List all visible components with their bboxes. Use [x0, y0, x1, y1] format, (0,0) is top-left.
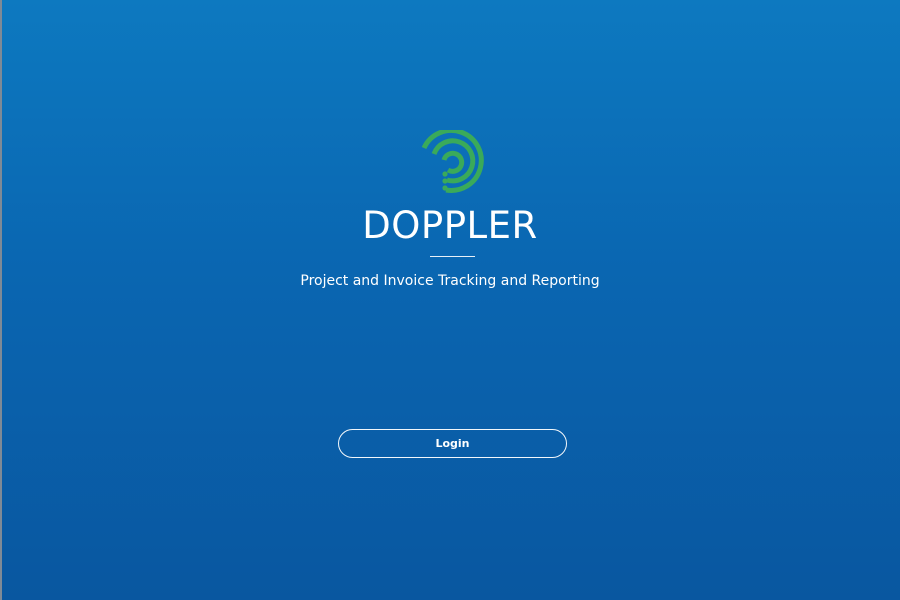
logo-dot	[442, 178, 448, 184]
logo-dot	[442, 171, 448, 177]
logo-dot	[442, 185, 448, 191]
logo-inner-arc	[441, 150, 465, 174]
login-button[interactable]: Login	[338, 429, 567, 458]
logo-middle-arc	[431, 138, 476, 184]
login-screen: DOPPLER Project and Invoice Tracking and…	[0, 0, 900, 600]
window-edge	[0, 0, 2, 600]
title-divider	[430, 256, 475, 257]
doppler-logo-icon	[421, 130, 484, 193]
app-title: DOPPLER	[362, 204, 538, 247]
app-subtitle: Project and Invoice Tracking and Reporti…	[300, 273, 600, 289]
